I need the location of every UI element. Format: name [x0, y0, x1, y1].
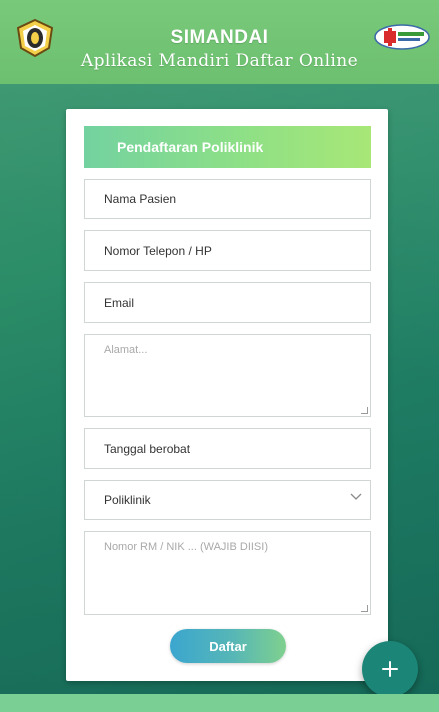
app-subtitle: Aplikasi Mandiri Daftar Online: [80, 51, 359, 71]
submit-button[interactable]: Daftar: [170, 629, 286, 663]
phone-input[interactable]: Nomor Telepon / HP: [84, 230, 371, 271]
hospital-logo-icon: [374, 24, 430, 50]
resize-handle-icon[interactable]: [361, 407, 368, 414]
registration-card: Pendaftaran Poliklinik Nama Pasien Nomor…: [66, 109, 388, 681]
resize-handle-icon[interactable]: [361, 605, 368, 612]
rm-nik-placeholder: Nomor RM / NIK ... (WAJIB DIISI): [104, 541, 268, 553]
form-heading: Pendaftaran Poliklinik: [84, 126, 371, 168]
plus-icon: [382, 661, 398, 677]
patient-name-input[interactable]: Nama Pasien: [84, 179, 371, 219]
clinic-select-value: Poliklinik: [104, 493, 151, 507]
rm-nik-textarea[interactable]: Nomor RM / NIK ... (WAJIB DIISI): [84, 531, 371, 615]
add-button[interactable]: [362, 641, 418, 697]
clinic-select[interactable]: Poliklinik: [84, 480, 371, 520]
app-header: SIMANDAI Aplikasi Mandiri Daftar Online: [0, 0, 439, 84]
chevron-down-icon: [350, 493, 362, 500]
address-textarea[interactable]: Alamat...: [84, 334, 371, 417]
address-placeholder: Alamat...: [104, 344, 148, 356]
email-input[interactable]: Email: [84, 282, 371, 323]
bottom-bar: [0, 694, 439, 712]
visit-date-input[interactable]: Tanggal berobat: [84, 428, 371, 469]
